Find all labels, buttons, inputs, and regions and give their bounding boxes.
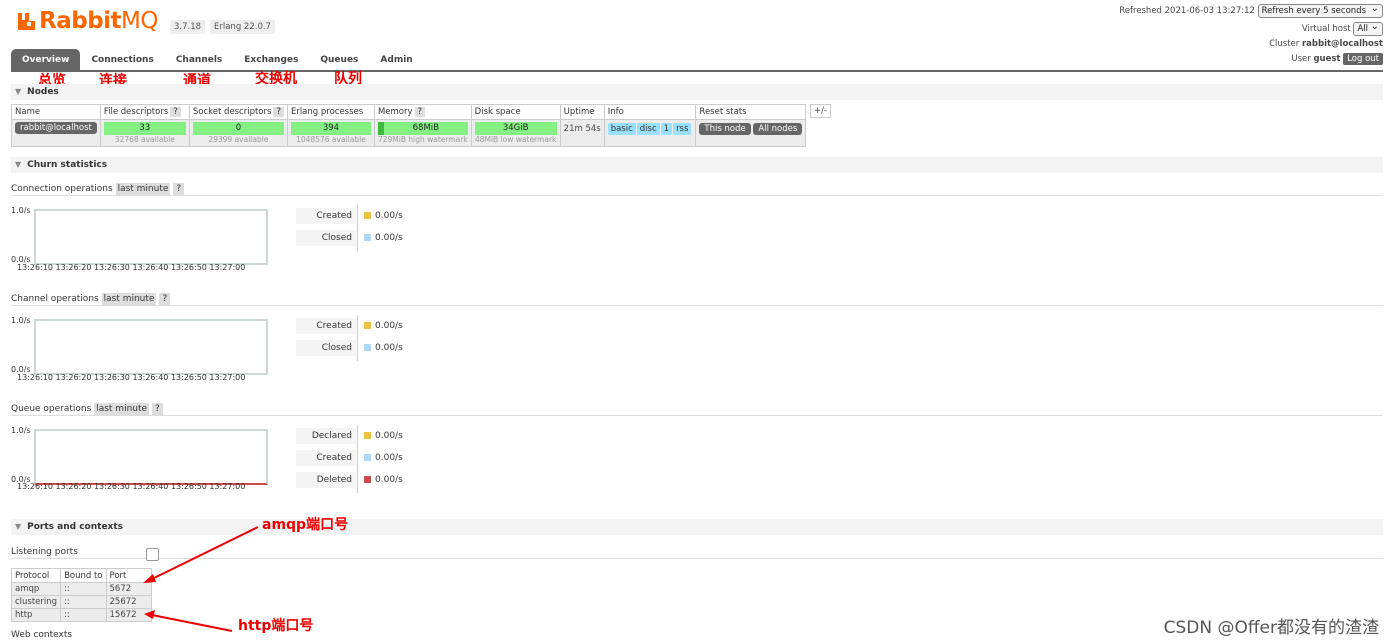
annotation-arrows — [143, 526, 259, 632]
http-arrow — [151, 614, 233, 632]
csdn-watermark: CSDN @Offer都没有的渣渣 — [1163, 618, 1379, 638]
annotation-amqp-port: amqp端口号 — [262, 517, 349, 533]
amqp-arrow — [149, 526, 259, 581]
arrowhead-icon — [143, 574, 156, 583]
arrowhead-icon — [144, 610, 155, 619]
annotation-http-port: http端口号 — [238, 618, 314, 634]
